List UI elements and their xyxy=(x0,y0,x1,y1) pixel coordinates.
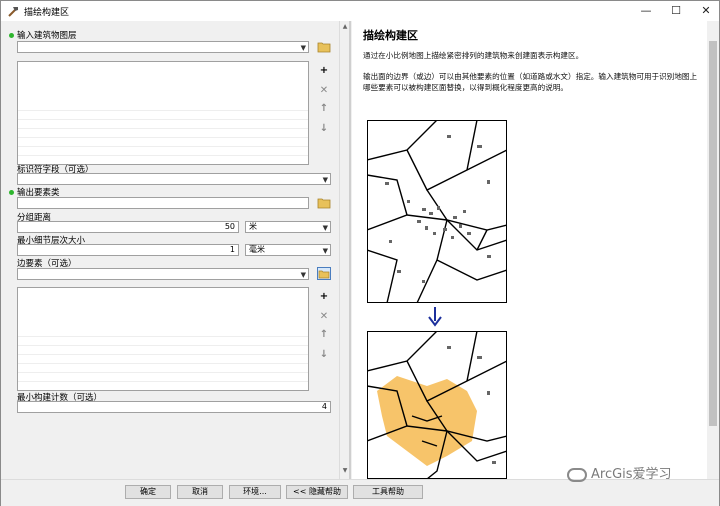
window-title: 描绘构建区 xyxy=(24,8,70,18)
button-bar: 确定 取消 环境... << 隐藏帮助 工具帮助 xyxy=(1,479,719,506)
group-distance-unit[interactable]: 米 ▼ xyxy=(245,221,331,233)
edge-features-combo[interactable]: ▼ xyxy=(17,268,309,280)
required-dot xyxy=(9,190,14,195)
chevron-down-icon: ▼ xyxy=(300,271,306,279)
add-icon[interactable]: + xyxy=(317,63,331,77)
down-arrow-icon[interactable]: ↓ xyxy=(317,347,331,361)
panel-divider[interactable] xyxy=(349,21,351,479)
output-class-field[interactable] xyxy=(17,197,309,209)
hammer-icon xyxy=(8,7,18,17)
maximize-icon[interactable]: ☐ xyxy=(661,1,691,21)
min-building-count-input[interactable]: 4 xyxy=(17,401,331,413)
down-arrow-icon[interactable]: ↓ xyxy=(317,121,331,135)
edge-features-list[interactable] xyxy=(17,287,309,391)
up-arrow-icon[interactable]: ↑ xyxy=(317,327,331,341)
folder-icon[interactable] xyxy=(317,40,331,53)
help-panel: 描绘构建区 通过在小比例地图上描绘紧密排列的建筑物来创建面表示构建区。 输出面的… xyxy=(352,21,707,479)
group-distance-input[interactable]: 50 xyxy=(17,221,239,233)
input-layer-combo[interactable]: ▼ xyxy=(17,41,309,53)
help-title: 描绘构建区 xyxy=(363,29,418,42)
chevron-down-icon: ▼ xyxy=(322,247,328,255)
watermark: ArcGis爱学习 xyxy=(567,463,672,482)
up-arrow-icon[interactable]: ↑ xyxy=(317,101,331,115)
hide-help-button[interactable]: << 隐藏帮助 xyxy=(286,485,348,499)
id-field-combo[interactable]: ▼ xyxy=(17,173,331,185)
close-icon[interactable]: ✕ xyxy=(691,1,720,21)
help-paragraph-2: 输出面的边界（或边）可以由其他要素的位置（如道路或水文）指定。输入建筑物可用于识… xyxy=(363,72,698,92)
parameters-panel: 输入建筑物图层 ▼ + ✕ ↑ ↓ 标识符字段（可选） ▼ 输出要素类 分组距离… xyxy=(1,21,349,479)
required-dot xyxy=(9,33,14,38)
chevron-down-icon: ▼ xyxy=(300,44,306,52)
down-arrow-result-icon xyxy=(428,307,442,327)
scrollbar-thumb[interactable] xyxy=(709,41,717,426)
cancel-button[interactable]: 取消 xyxy=(177,485,223,499)
remove-icon[interactable]: ✕ xyxy=(317,83,331,97)
min-detail-input[interactable]: 1 xyxy=(17,244,239,256)
before-map-figure xyxy=(367,120,507,303)
ok-button[interactable]: 确定 xyxy=(125,485,171,499)
remove-icon[interactable]: ✕ xyxy=(317,309,331,323)
after-map-figure xyxy=(367,331,507,479)
input-layer-label: 输入建筑物图层 xyxy=(17,31,77,41)
title-bar: 描绘构建区 — ☐ ✕ xyxy=(1,1,719,21)
add-icon[interactable]: + xyxy=(317,289,331,303)
help-scrollbar[interactable] xyxy=(707,21,719,479)
dialog-window: 描绘构建区 — ☐ ✕ 输入建筑物图层 ▼ + ✕ ↑ ↓ 标识符字段（可选） … xyxy=(0,0,720,506)
min-detail-unit[interactable]: 毫米 ▼ xyxy=(245,244,331,256)
wechat-icon xyxy=(567,467,587,482)
input-layer-list[interactable] xyxy=(17,61,309,165)
chevron-down-icon: ▼ xyxy=(322,176,328,184)
minimize-icon[interactable]: — xyxy=(631,1,661,21)
folder-icon[interactable] xyxy=(317,267,331,280)
environment-button[interactable]: 环境... xyxy=(229,485,281,499)
folder-icon[interactable] xyxy=(317,196,331,209)
scroll-down-icon[interactable]: ▼ xyxy=(341,467,349,475)
chevron-down-icon: ▼ xyxy=(322,224,328,232)
parameters-scrollbar[interactable]: ▲ ▼ xyxy=(339,21,349,479)
scroll-up-icon[interactable]: ▲ xyxy=(341,23,349,31)
help-paragraph-1: 通过在小比例地图上描绘紧密排列的建筑物来创建面表示构建区。 xyxy=(363,51,584,60)
tool-help-button[interactable]: 工具帮助 xyxy=(353,485,423,499)
